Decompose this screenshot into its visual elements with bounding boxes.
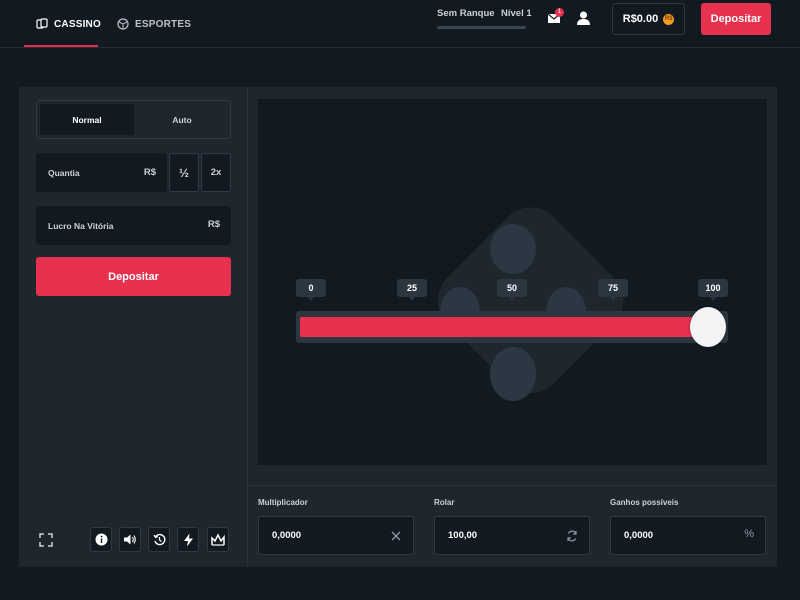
- half-button[interactable]: ½: [169, 153, 199, 192]
- tab-sports[interactable]: ESPORTES: [117, 0, 191, 48]
- win-chance-input[interactable]: 0,0000 %: [610, 516, 766, 555]
- header-deposit-button[interactable]: Depositar: [701, 3, 771, 35]
- roll-slider-fill: [300, 317, 718, 337]
- slider-tick-25: 25: [397, 279, 427, 301]
- sound-button[interactable]: [119, 527, 141, 552]
- double-button[interactable]: 2x: [201, 153, 231, 192]
- roll-input[interactable]: 100,00: [434, 516, 590, 555]
- multiplier-input[interactable]: 0,0000: [258, 516, 414, 555]
- slider-tick-75: 75: [598, 279, 628, 301]
- slider-tick-0: 0: [296, 279, 326, 301]
- balance-display[interactable]: R$0.00 R$: [612, 3, 685, 35]
- roll-label: Rolar: [434, 498, 455, 507]
- history-button[interactable]: [148, 527, 170, 552]
- balance-value: R$0.00: [622, 13, 659, 25]
- lightning-icon: [183, 533, 193, 546]
- deposit-button[interactable]: Depositar: [36, 257, 231, 296]
- slider-tick-50: 50: [497, 279, 527, 301]
- ball-icon: [117, 18, 129, 30]
- fullscreen-icon: [39, 532, 53, 547]
- mode-toggle: Normal Auto: [36, 100, 231, 139]
- swap-icon[interactable]: [566, 530, 578, 542]
- top-navbar: CASSINO ESPORTES Sem Ranque Nível 1 1 R$…: [0, 0, 800, 48]
- fullscreen-button[interactable]: [35, 527, 57, 552]
- user-icon[interactable]: [576, 10, 591, 26]
- active-tab-indicator: [24, 45, 98, 47]
- profit-currency: R$: [207, 219, 220, 230]
- win-chance-label: Ganhos possíveis: [610, 498, 679, 507]
- cards-icon: [36, 18, 48, 29]
- profit-on-win-field: Lucro Na Vitória R$: [36, 206, 231, 245]
- rank-progress-bar: [437, 26, 526, 29]
- win-chance-value: 0,0000: [624, 530, 654, 541]
- mode-normal-button[interactable]: Normal: [40, 104, 134, 135]
- sound-icon: [124, 534, 136, 545]
- divider: [248, 485, 777, 486]
- history-icon: [152, 533, 165, 546]
- stats-icon: [211, 533, 225, 546]
- percent-icon: %: [744, 528, 754, 540]
- amount-input[interactable]: Quantia R$: [36, 153, 167, 192]
- level-label: Nível 1: [501, 8, 532, 19]
- roll-value: 100,00: [448, 530, 478, 541]
- stats-button[interactable]: [207, 527, 229, 552]
- tab-casino[interactable]: CASSINO: [36, 0, 101, 48]
- multiplier-value: 0,0000: [272, 530, 302, 541]
- amount-currency: R$: [143, 167, 156, 178]
- dice-game-area: 0 25 50 75 100: [258, 99, 767, 465]
- notification-badge: 1: [555, 8, 564, 17]
- rank-label: Sem Ranque: [437, 8, 495, 19]
- mode-auto-button[interactable]: Auto: [135, 104, 229, 135]
- amount-label: Quantia: [48, 168, 80, 178]
- profit-label: Lucro Na Vitória: [48, 221, 114, 231]
- game-panel: Normal Auto Quantia R$ ½ 2x Lucro Na Vit…: [19, 87, 777, 567]
- multiplier-label: Multiplicador: [258, 498, 308, 507]
- slider-tick-100: 100: [698, 279, 728, 301]
- coin-icon: R$: [663, 13, 675, 25]
- turbo-button[interactable]: [177, 527, 199, 552]
- info-icon: [95, 533, 107, 546]
- tab-casino-label: CASSINO: [54, 18, 101, 30]
- tab-sports-label: ESPORTES: [135, 18, 192, 30]
- close-icon[interactable]: [390, 530, 402, 542]
- roll-slider-handle[interactable]: [690, 307, 726, 347]
- bet-controls-panel: Normal Auto Quantia R$ ½ 2x Lucro Na Vit…: [19, 87, 248, 567]
- info-button[interactable]: [90, 527, 112, 552]
